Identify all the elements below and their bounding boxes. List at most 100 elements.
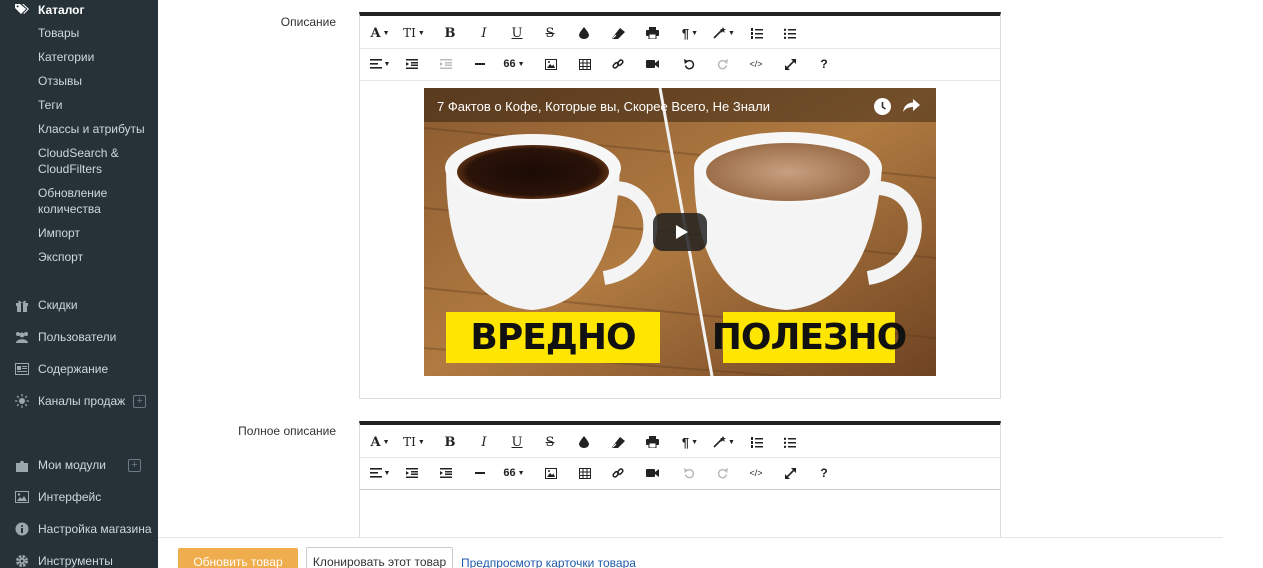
horizontal-rule-icon [475,62,485,66]
add-channel-button[interactable]: + [133,394,147,408]
sidebar-item-my-modules[interactable]: Мои модули + [14,457,154,473]
font-size-button[interactable]: TI ▼ [400,21,428,45]
strikethrough-button[interactable]: S [536,430,564,454]
content-icon [14,362,30,376]
paragraph-button[interactable]: ¶ ▼ [676,21,704,45]
horizontal-rule-button[interactable] [466,52,494,76]
text-color-button[interactable] [570,430,598,454]
fullscreen-icon [784,467,796,479]
italic-button[interactable]: I [470,21,498,45]
insert-image-button[interactable] [537,52,565,76]
sidebar-subitem-tags[interactable]: Теги [38,97,153,113]
insert-video-button[interactable] [638,461,666,485]
insert-link-button[interactable] [604,52,632,76]
sidebar-subitem-cloudsearch[interactable]: CloudSearch & CloudFilters [38,145,128,177]
font-family-button[interactable]: A ▼ [366,21,394,45]
sidebar-item-discounts[interactable]: Скидки [14,297,154,313]
sidebar-item-tools[interactable]: Инструменты [14,553,154,568]
quote-icon: 66 [503,467,516,479]
sidebar-subitem-export[interactable]: Экспорт [38,249,153,265]
watch-later-icon[interactable] [874,98,891,115]
code-view-button[interactable]: </> [742,461,770,485]
font-size-button[interactable]: TI ▼ [400,430,428,454]
quote-button[interactable]: 66 ▼ [500,52,528,76]
insert-table-button[interactable] [571,461,599,485]
strikethrough-icon: S [545,25,555,41]
share-icon[interactable] [903,97,921,118]
insert-link-button[interactable] [604,461,632,485]
insert-video-button[interactable] [638,52,666,76]
editor-content-area[interactable]: 7 Фактов о Кофе, Которые вы, Скорее Всег… [360,81,1000,399]
underline-button[interactable]: U [503,430,531,454]
clone-product-button[interactable]: Клонировать этот товар [306,547,453,568]
video-title[interactable]: 7 Фактов о Кофе, Которые вы, Скорее Всег… [437,99,770,114]
sidebar-item-catalog[interactable]: Каталог [14,2,85,18]
code-view-button[interactable]: </> [742,52,770,76]
sidebar-item-content[interactable]: Содержание [14,361,154,377]
ordered-list-button[interactable] [743,430,771,454]
magic-button[interactable]: ▼ [710,21,738,45]
indent-button[interactable] [432,461,460,485]
preview-product-link[interactable]: Предпросмотр карточки товара [461,556,636,568]
align-button[interactable]: ▼ [366,461,394,485]
ordered-list-button[interactable] [743,21,771,45]
unordered-list-button[interactable] [776,430,804,454]
outdent-icon [406,59,418,69]
print-button[interactable] [638,430,666,454]
text-color-button[interactable] [570,21,598,45]
font-family-button[interactable]: A ▼ [366,430,394,454]
bold-button[interactable]: B [436,21,464,45]
strikethrough-icon: S [545,434,555,450]
insert-image-button[interactable] [537,461,565,485]
youtube-video-embed[interactable]: 7 Фактов о Кофе, Которые вы, Скорее Всег… [424,88,936,376]
outdent-button[interactable] [398,52,426,76]
quote-button[interactable]: 66 ▼ [500,461,528,485]
sidebar-item-label: Каналы продаж [38,394,126,408]
print-button[interactable] [638,21,666,45]
horizontal-rule-button[interactable] [466,461,494,485]
insert-link-icon [612,467,624,479]
sidebar-subitem-update-quantity[interactable]: Обновление количества [38,185,118,217]
description-label: Описание [280,15,336,29]
magic-button[interactable]: ▼ [710,430,738,454]
bold-button[interactable]: B [436,430,464,454]
sidebar-subitem-categories[interactable]: Категории [38,49,153,65]
sidebar-subitem-import[interactable]: Импорт [38,225,153,241]
redo-button[interactable] [708,52,736,76]
sidebar-subitem-products[interactable]: Товары [38,25,153,41]
undo-button[interactable] [675,52,703,76]
paragraph-button[interactable]: ¶ ▼ [676,430,704,454]
help-button[interactable]: ? [810,461,838,485]
strikethrough-button[interactable]: S [536,21,564,45]
outdent-button[interactable] [398,461,426,485]
unordered-list-button[interactable] [776,21,804,45]
indent-button[interactable] [432,52,460,76]
insert-table-button[interactable] [571,52,599,76]
play-button[interactable] [653,213,707,251]
sidebar-item-sales-channels[interactable]: Каналы продаж + [14,393,154,409]
underline-button[interactable]: U [503,21,531,45]
fullscreen-button[interactable] [776,52,804,76]
undo-button[interactable] [675,461,703,485]
sidebar-subitem-reviews[interactable]: Отзывы [38,73,153,89]
clear-format-button[interactable] [604,430,632,454]
italic-button[interactable]: I [470,430,498,454]
magic-icon [713,27,727,39]
sidebar-subitem-classes[interactable]: Классы и атрибуты [38,121,153,137]
redo-button[interactable] [708,461,736,485]
sidebar-item-label: Каталог [38,3,85,17]
add-module-button[interactable]: + [127,458,141,472]
puzzle-icon [14,458,30,472]
update-product-button[interactable]: Обновить товар [178,548,298,568]
sidebar-item-store-settings[interactable]: Настройка магазина [14,521,154,537]
fullscreen-button[interactable] [776,461,804,485]
help-button[interactable]: ? [810,52,838,76]
sidebar-item-users[interactable]: Пользователи [14,329,154,345]
clear-format-button[interactable] [604,21,632,45]
underline-icon: U [511,25,523,41]
align-button[interactable]: ▼ [366,52,394,76]
insert-video-icon [645,59,659,69]
sidebar-item-interface[interactable]: Интерфейс [14,489,154,505]
code-view-icon: </> [749,468,763,478]
gear-icon [14,554,30,568]
